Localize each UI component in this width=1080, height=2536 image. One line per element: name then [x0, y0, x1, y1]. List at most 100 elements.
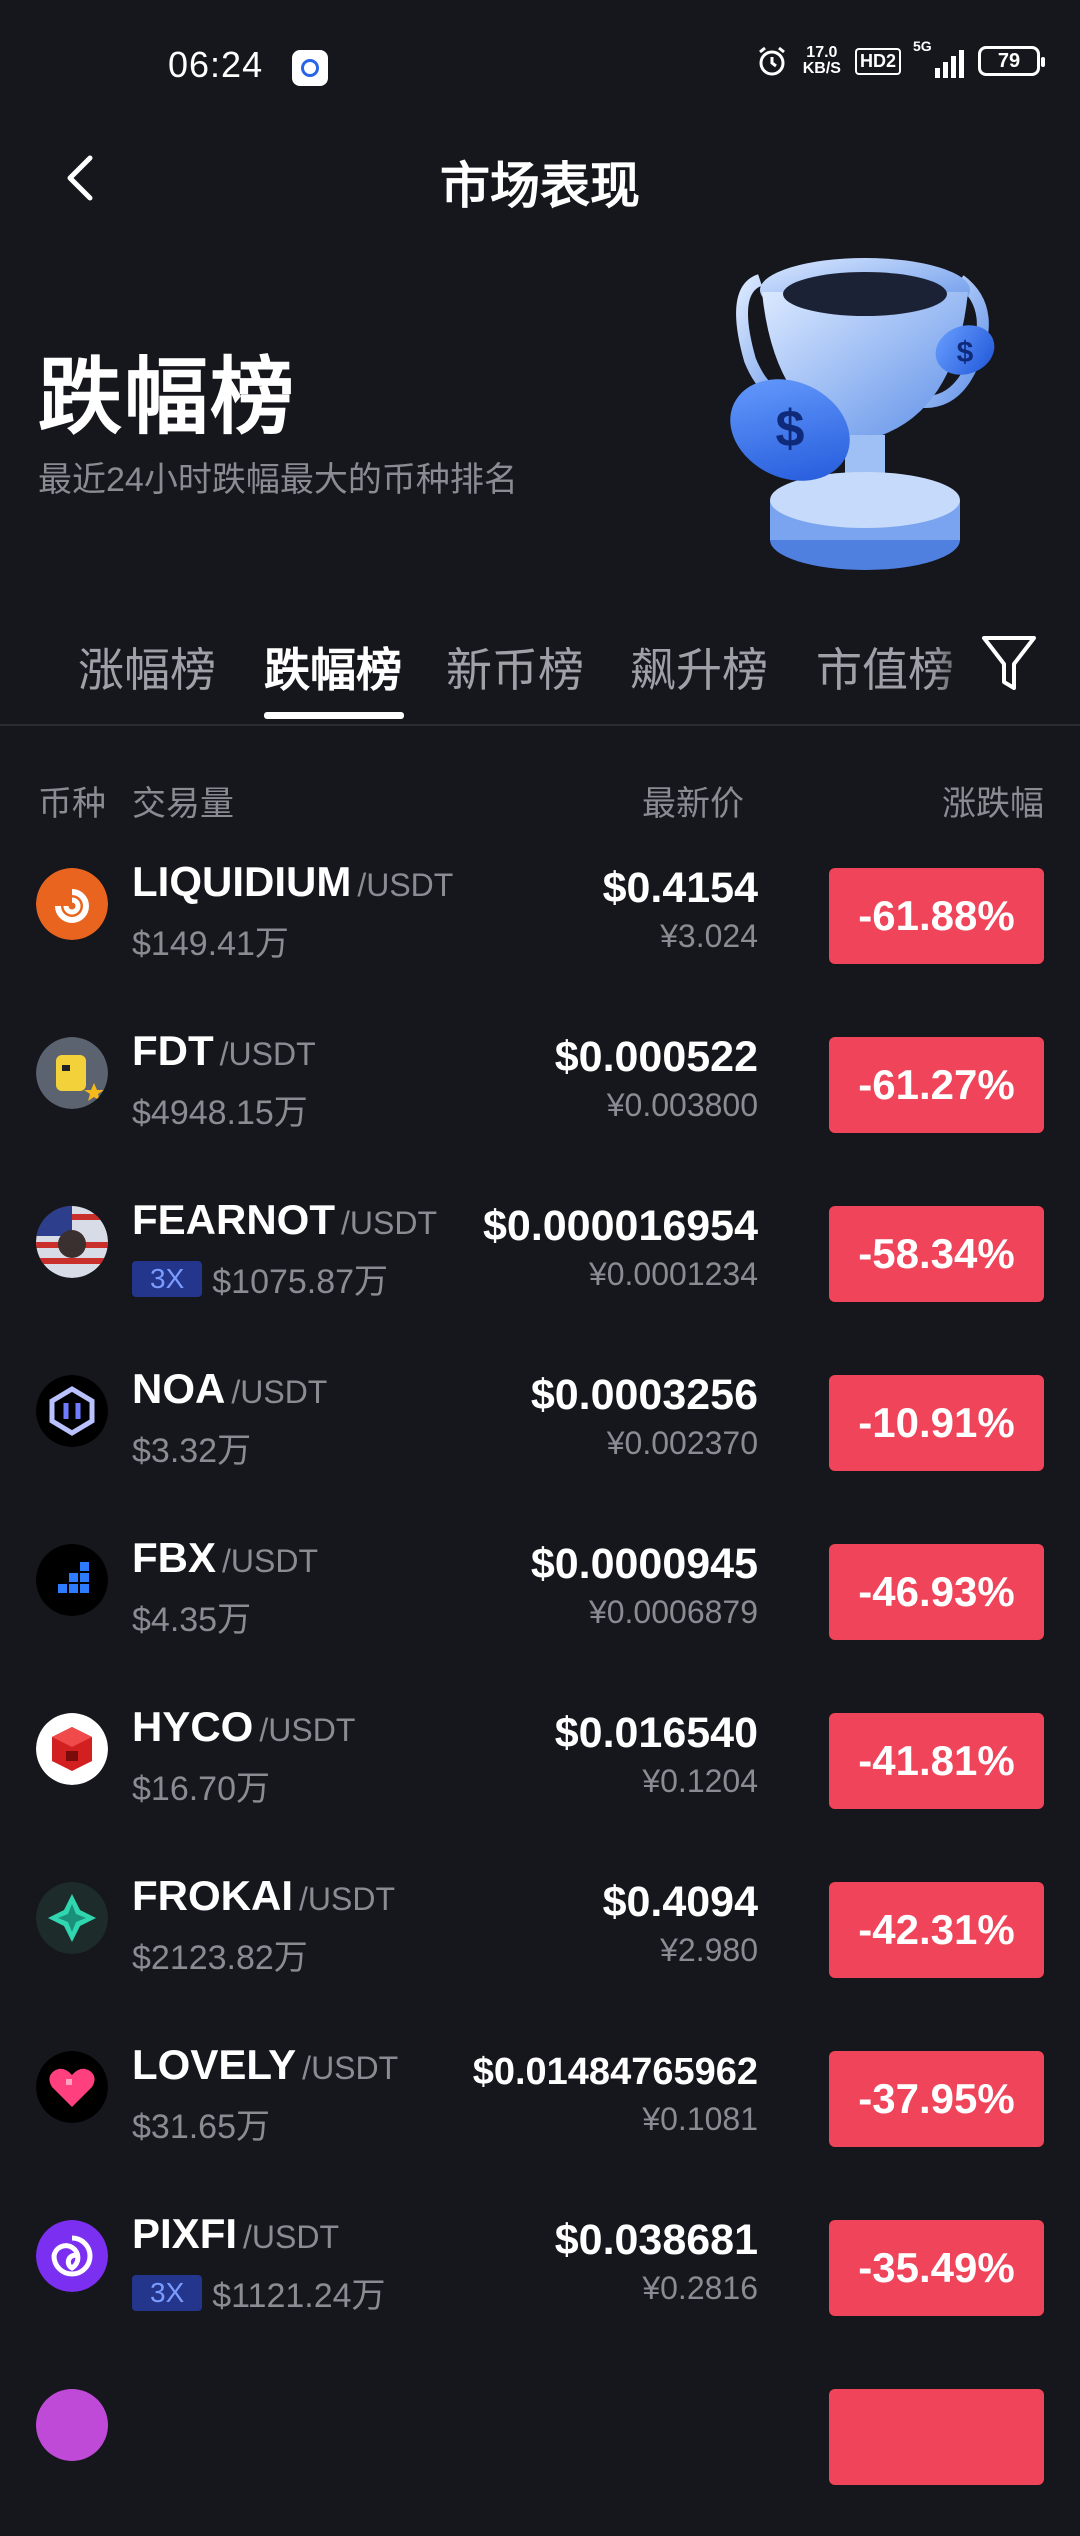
lovely-icon — [36, 2051, 108, 2123]
change-badge[interactable]: -58.34% — [829, 1206, 1044, 1302]
price-cny: ¥0.1081 — [642, 2101, 758, 2137]
leverage-badge: 3X — [132, 2274, 203, 2311]
coin-symbol: FROKAI/USDT — [132, 1872, 395, 1920]
change-badge[interactable]: -37.95% — [829, 2051, 1044, 2147]
price-cny: ¥0.0001234 — [588, 1256, 758, 1292]
coin-row-fearnot[interactable]: FEARNOT/USDT 3X $1075.87万 $0.000016954 ¥0… — [0, 1184, 1080, 1353]
hyco-icon — [36, 1713, 108, 1785]
coin-row-partial[interactable] — [0, 2367, 1080, 2536]
column-coin[interactable]: 币种 — [38, 776, 106, 825]
change-badge[interactable]: -46.93% — [829, 1544, 1044, 1640]
leverage-badge: 3X — [132, 1260, 203, 1297]
filter-button[interactable] — [978, 628, 1040, 698]
ranking-tabs: 榜 涨幅榜 跌幅榜 新币榜 飙升榜 市值榜 — [0, 620, 1080, 726]
coin-symbol: LOVELY/USDT — [132, 2041, 398, 2089]
symbol-text: FDT — [132, 1027, 214, 1074]
volume-value: $3.32万 — [132, 1432, 252, 1470]
price-cny: ¥0.0006879 — [588, 1594, 758, 1630]
volume-value: $4948.15万 — [132, 1094, 308, 1132]
volume-line: 3X $1121.24万 — [132, 2268, 386, 2317]
volume-line: $16.70万 — [132, 1761, 270, 1810]
tab-surging[interactable]: 飙升榜 — [630, 634, 768, 700]
column-volume[interactable]: 交易量 — [132, 776, 234, 825]
volume-line: $4.35万 — [132, 1592, 251, 1641]
coin-row-noa[interactable]: NOA/USDT $3.32万 $0.0003256 ¥0.002370 -10… — [0, 1353, 1080, 1522]
frokai-icon — [36, 1882, 108, 1954]
network-speed: 17.0 KB/S — [803, 45, 841, 77]
quote-currency: /USDT — [302, 2050, 399, 2086]
coin-symbol: FDT/USDT — [132, 1027, 316, 1075]
quote-currency: /USDT — [341, 1205, 437, 1241]
trophy-illustration: $ $ — [730, 258, 995, 570]
coin-row-fdt[interactable]: FDT/USDT $4948.15万 $0.000522 ¥0.003800 -… — [0, 1015, 1080, 1184]
battery-level: 79 — [997, 49, 1021, 72]
svg-text:$: $ — [776, 400, 805, 458]
change-badge[interactable]: -41.81% — [829, 1713, 1044, 1809]
fdt-icon — [36, 1037, 108, 1109]
latest-price: $0.4154 — [602, 864, 758, 912]
alarm-icon — [758, 46, 785, 76]
coin-symbol: HYCO/USDT — [132, 1703, 355, 1751]
change-badge[interactable]: -10.91% — [829, 1375, 1044, 1471]
coin-row-pixfi[interactable]: PIXFI/USDT 3X $1121.24万 $0.038681 ¥0.2816… — [0, 2198, 1080, 2367]
volume-line: $2123.82万 — [132, 1930, 308, 1979]
network-speed-value: 17.0 — [806, 44, 838, 61]
change-badge[interactable]: -61.27% — [829, 1037, 1044, 1133]
filter-icon — [982, 636, 1036, 690]
volume-line: $31.65万 — [132, 2099, 270, 2148]
quote-currency: /USDT — [219, 1036, 316, 1072]
status-bar: 06:24 17.0 KB/S HD2 5G 79 — [0, 0, 1080, 130]
symbol-text: LOVELY — [132, 2041, 297, 2088]
latest-price: $0.0000945 — [530, 1540, 758, 1588]
quote-currency: /USDT — [231, 1374, 328, 1410]
pixfi-icon — [36, 2220, 108, 2292]
price-cny: ¥2.980 — [660, 1932, 758, 1968]
change-badge[interactable]: -35.49% — [829, 2220, 1044, 2316]
status-indicators: 17.0 KB/S HD2 5G 79 — [755, 38, 1045, 78]
volume-value: $1075.87万 — [212, 1263, 389, 1301]
coin-row-hyco[interactable]: HYCO/USDT $16.70万 $0.016540 ¥0.1204 -41.… — [0, 1691, 1080, 1860]
tab-losers[interactable]: 跌幅榜 — [264, 634, 402, 700]
latest-price: $0.000522 — [554, 1033, 758, 1081]
column-price[interactable]: 最新价 — [642, 776, 744, 825]
quote-currency: /USDT — [299, 1881, 395, 1917]
hero-title: 跌幅榜 — [38, 350, 297, 444]
latest-price: $0.4094 — [602, 1878, 758, 1926]
symbol-text: LIQUIDIUM — [132, 858, 352, 905]
battery-icon: 79 — [978, 46, 1045, 76]
change-badge[interactable]: -42.31% — [829, 1882, 1044, 1978]
tab-gainers[interactable]: 涨幅榜 — [78, 634, 216, 700]
coin-row-lovely[interactable]: LOVELY/USDT $31.65万 $0.01484765962 ¥0.10… — [0, 2029, 1080, 2198]
latest-price: $0.038681 — [554, 2216, 758, 2264]
quote-currency: /USDT — [357, 867, 454, 903]
hd-indicator: HD2 — [854, 47, 901, 75]
coin-row-fbx[interactable]: FBX/USDT $4.35万 $0.0000945 ¥0.0006879 -4… — [0, 1522, 1080, 1691]
coin-symbol: LIQUIDIUM/USDT — [132, 858, 453, 906]
price-cny: ¥0.003800 — [606, 1087, 758, 1123]
symbol-text: NOA — [132, 1365, 226, 1412]
fbx-icon — [36, 1544, 108, 1616]
status-time: 06:24 — [168, 44, 264, 85]
column-change[interactable]: 涨跌幅 — [942, 776, 1044, 825]
change-badge[interactable]: -61.88% — [829, 868, 1044, 964]
tab-new-coins[interactable]: 新币榜 — [446, 634, 584, 700]
svg-text:$: $ — [957, 336, 974, 369]
coin-symbol: FBX/USDT — [132, 1534, 318, 1582]
volume-value: $149.41万 — [132, 925, 289, 963]
change-badge[interactable] — [829, 2389, 1044, 2485]
liquidium-icon — [36, 868, 108, 940]
latest-price: $0.0003256 — [530, 1371, 758, 1419]
quote-currency: /USDT — [222, 1543, 318, 1579]
symbol-text: FBX — [132, 1534, 216, 1581]
volume-line: $4948.15万 — [132, 1085, 308, 1134]
latest-price: $0.01484765962 — [472, 2051, 758, 2093]
volume-line: $3.32万 — [132, 1423, 251, 1472]
symbol-text: HYCO — [132, 1703, 254, 1750]
price-cny: ¥0.1204 — [642, 1763, 758, 1799]
quote-currency: /USDT — [259, 1712, 356, 1748]
coin-row-frokai[interactable]: FROKAI/USDT $2123.82万 $0.4094 ¥2.980 -42… — [0, 1860, 1080, 2029]
latest-price: $0.016540 — [554, 1709, 758, 1757]
quote-currency: /USDT — [243, 2219, 340, 2255]
latest-price: $0.000016954 — [482, 1202, 758, 1250]
coin-row-liquidium[interactable]: LIQUIDIUM/USDT $149.41万 $0.4154 ¥3.024 -… — [0, 846, 1080, 1015]
